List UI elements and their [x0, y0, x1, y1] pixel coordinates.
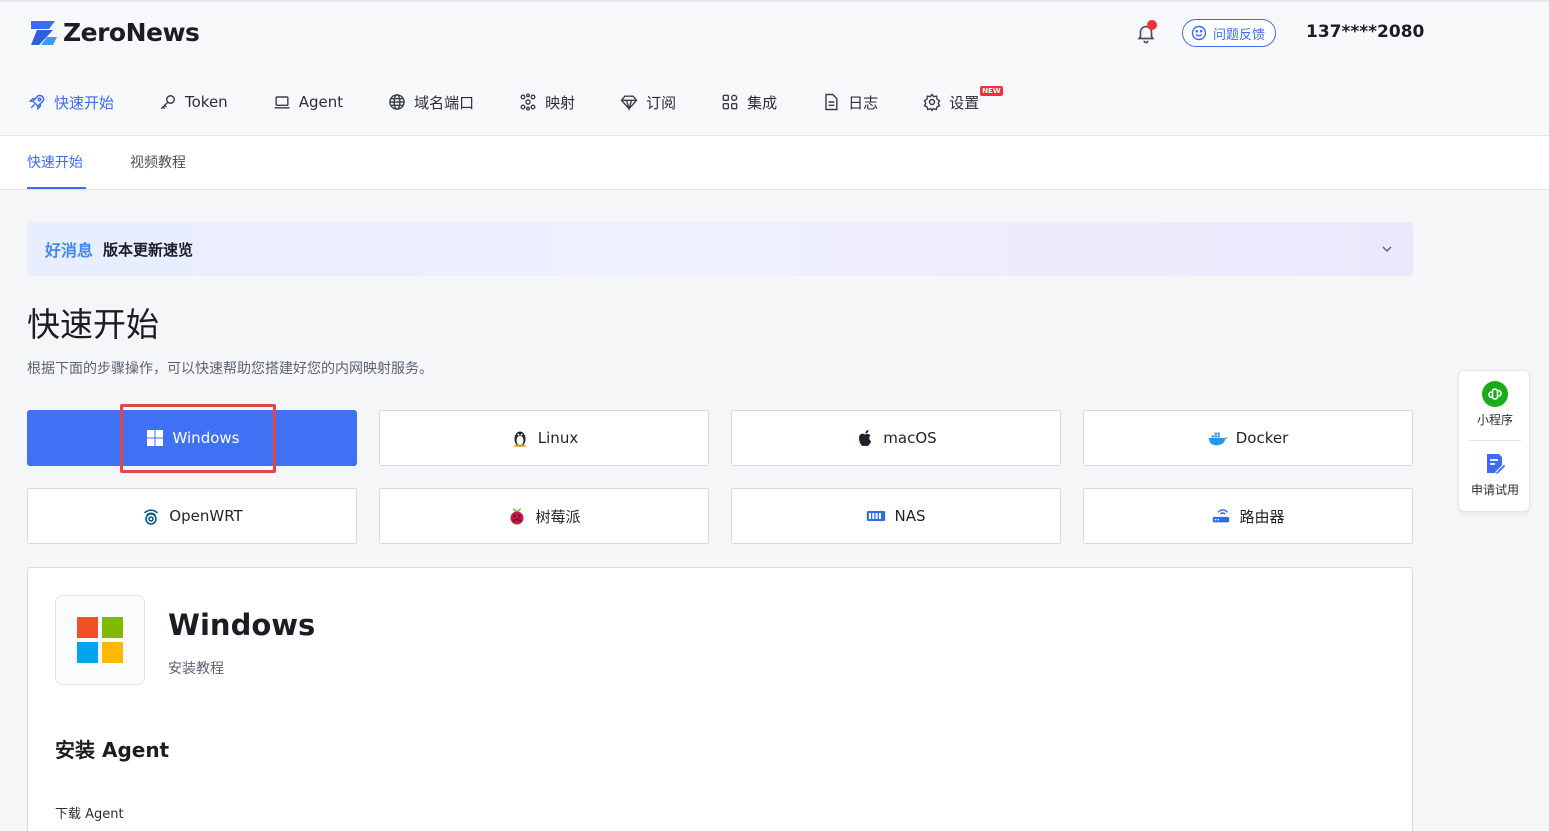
windows-logo-icon: [77, 617, 123, 663]
feedback-label: 问题反馈: [1213, 27, 1266, 43]
apps-icon: [722, 94, 738, 110]
platform-router-button[interactable]: 路由器: [1083, 488, 1413, 544]
nav-item-mapping[interactable]: 映射: [518, 92, 575, 113]
nav-item-logs[interactable]: 日志: [821, 92, 878, 113]
nav-item-integration[interactable]: 集成: [720, 92, 777, 113]
nas-icon: [867, 511, 886, 521]
rocket-icon: [28, 94, 45, 111]
chevron-down-icon[interactable]: [1379, 241, 1395, 257]
nav-item-domain-port[interactable]: 域名端口: [387, 92, 474, 113]
zeronews-logo-icon: [31, 20, 57, 45]
diamond-icon: [620, 95, 638, 112]
platform-nas-button[interactable]: NAS: [731, 488, 1061, 544]
main-nav: 快速开始 Token Agent 域名端口 映射 订阅 集成 日志 设置 NEW: [27, 85, 1023, 116]
user-account[interactable]: 137****2080: [1306, 22, 1424, 42]
tab-quickstart[interactable]: 快速开始: [27, 152, 83, 172]
key-icon: [160, 95, 175, 110]
nav-item-agent[interactable]: Agent: [272, 92, 343, 112]
smile-icon: [1191, 25, 1207, 41]
raspberry-icon: [510, 508, 524, 525]
card-subtitle: 安装教程: [168, 661, 224, 677]
page-description: 根据下面的步骤操作，可以快速帮助您搭建好您的内网映射服务。: [27, 361, 433, 377]
globe-icon: [389, 94, 405, 110]
sub-tabs: 快速开始 视频教程: [0, 136, 1549, 190]
feedback-button[interactable]: 问题反馈: [1182, 19, 1277, 47]
apply-trial-icon: [1487, 454, 1507, 476]
nav-item-token[interactable]: Token: [158, 92, 228, 112]
section-title: 安装 Agent: [55, 738, 170, 762]
top-header: ZeroNews 问题反馈 137****2080 快速开始 Token Age…: [0, 0, 1549, 136]
platform-linux-button[interactable]: Linux: [379, 410, 709, 466]
nav-item-quickstart[interactable]: 快速开始: [27, 92, 114, 113]
card-title: Windows: [168, 608, 316, 642]
apply-trial-button[interactable]: 申请试用: [1459, 451, 1531, 498]
apple-icon: [859, 430, 872, 447]
platform-macos-button[interactable]: macOS: [731, 410, 1061, 466]
linux-icon: [513, 431, 526, 448]
floating-side-panel: 小程序 申请试用: [1458, 370, 1530, 512]
install-guide-card: Windows 安装教程 安装 Agent 下载 Agent: [27, 567, 1413, 831]
windows-logo-box: [55, 595, 145, 685]
banner-tag: 好消息: [45, 241, 94, 260]
platform-raspberry-pi-button[interactable]: 树莓派: [379, 488, 709, 544]
new-badge: NEW: [980, 85, 1003, 96]
docker-icon: [1208, 432, 1228, 446]
laptop-icon: [274, 96, 290, 109]
file-icon: [825, 93, 838, 111]
nav-item-subscription[interactable]: 订阅: [619, 92, 676, 113]
mini-program-icon: [1482, 381, 1508, 407]
active-tab-indicator: [27, 187, 86, 189]
openwrt-icon: [144, 509, 159, 525]
windows-icon: [146, 430, 163, 446]
network-icon: [520, 93, 536, 111]
banner-title: 版本更新速览: [103, 240, 194, 259]
page-title: 快速开始: [27, 305, 159, 344]
news-banner[interactable]: 好消息 版本更新速览: [27, 222, 1413, 276]
app-name: ZeroNews: [63, 18, 200, 47]
tab-video-tutorial[interactable]: 视频教程: [130, 152, 186, 172]
logo[interactable]: ZeroNews: [27, 18, 200, 47]
platform-docker-button[interactable]: Docker: [1083, 410, 1413, 466]
gear-icon: [923, 93, 941, 112]
panel-divider: [1469, 440, 1521, 441]
mini-program-button[interactable]: 小程序: [1459, 381, 1531, 428]
router-icon: [1213, 509, 1230, 523]
notification-dot: [1147, 20, 1157, 30]
platform-openwrt-button[interactable]: OpenWRT: [27, 488, 357, 544]
platform-windows-button[interactable]: Windows: [27, 410, 357, 466]
nav-item-settings[interactable]: 设置 NEW: [922, 85, 1003, 113]
step-label: 下载 Agent: [55, 807, 124, 822]
